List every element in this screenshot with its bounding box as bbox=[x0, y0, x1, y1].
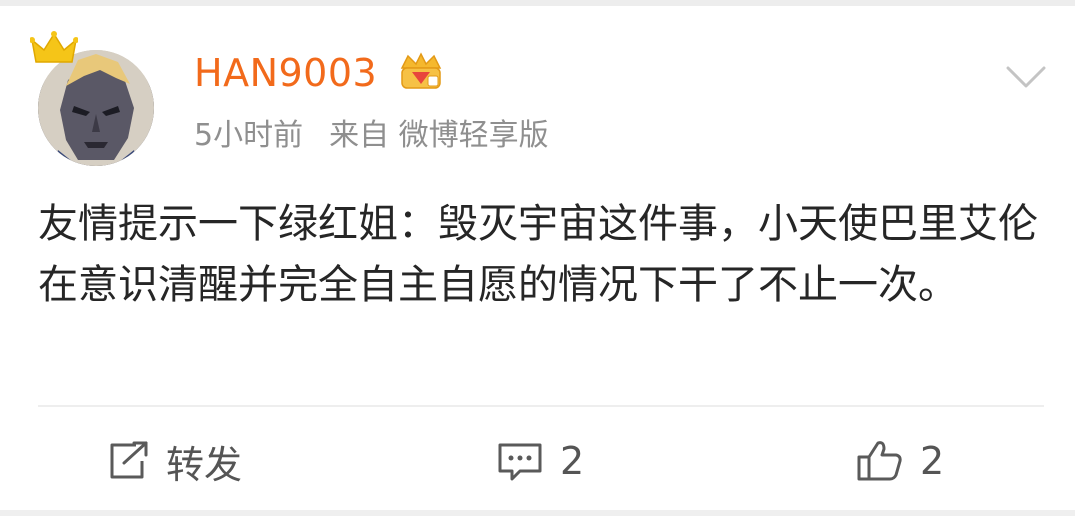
comment-button[interactable]: 2 bbox=[496, 432, 584, 490]
comment-count: 2 bbox=[560, 439, 585, 483]
post-meta: 5小时前 来自 微博轻享版 bbox=[194, 116, 549, 156]
post-time: 5小时前 bbox=[194, 118, 304, 153]
top-separator bbox=[0, 0, 1075, 6]
username[interactable]: HAN9003 bbox=[194, 50, 377, 96]
bottom-separator bbox=[0, 510, 1075, 516]
repost-button[interactable]: 转发 bbox=[106, 432, 242, 490]
repost-label: 转发 bbox=[166, 442, 243, 487]
post-source[interactable]: 来自 微博轻享版 bbox=[329, 118, 549, 153]
like-count: 2 bbox=[920, 439, 945, 483]
chevron-down-icon[interactable] bbox=[1004, 62, 1048, 92]
like-button[interactable]: 2 bbox=[856, 432, 944, 490]
thumbs-up-icon bbox=[857, 441, 902, 481]
divider bbox=[38, 405, 1044, 407]
crown-icon bbox=[30, 31, 78, 63]
post-content: 友情提示一下绿红姐：毁灭宇宙这件事，小天使巴里艾伦在意识清醒并完全自主自愿的情况… bbox=[38, 201, 1038, 308]
vip-crown-badge-icon[interactable] bbox=[398, 50, 444, 94]
comment-bubble-icon bbox=[498, 443, 542, 481]
share-arrow-icon bbox=[110, 441, 148, 479]
